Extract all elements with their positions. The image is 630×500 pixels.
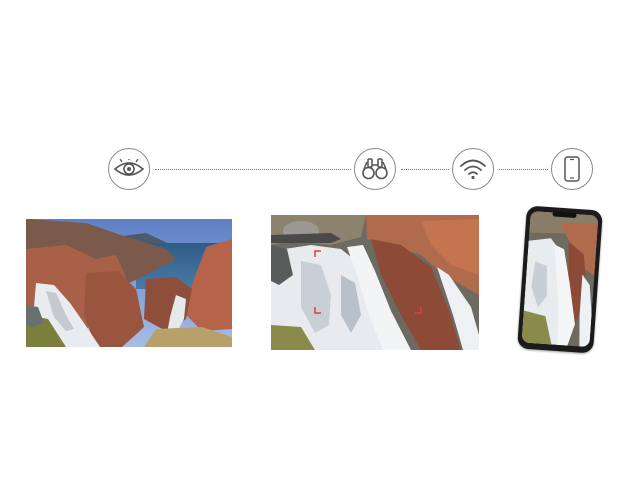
wifi-icon: [459, 158, 487, 180]
eye-icon: [114, 159, 144, 179]
binoculars-step-circle: [354, 148, 396, 190]
zoomed-waterfall-photo: [271, 215, 479, 350]
binoculars-icon: [361, 157, 389, 181]
phone-photo-preview: [521, 210, 599, 348]
eye-step-circle: [108, 148, 150, 190]
smartphone-step-circle: [551, 148, 593, 190]
connector-line-1: [155, 169, 351, 170]
smartphone: [517, 205, 603, 354]
connector-line-2: [401, 169, 449, 170]
wifi-step-circle: [452, 148, 494, 190]
connector-line-3: [499, 169, 548, 170]
smartphone-icon: [564, 156, 580, 182]
landscape-photo: [26, 219, 232, 347]
